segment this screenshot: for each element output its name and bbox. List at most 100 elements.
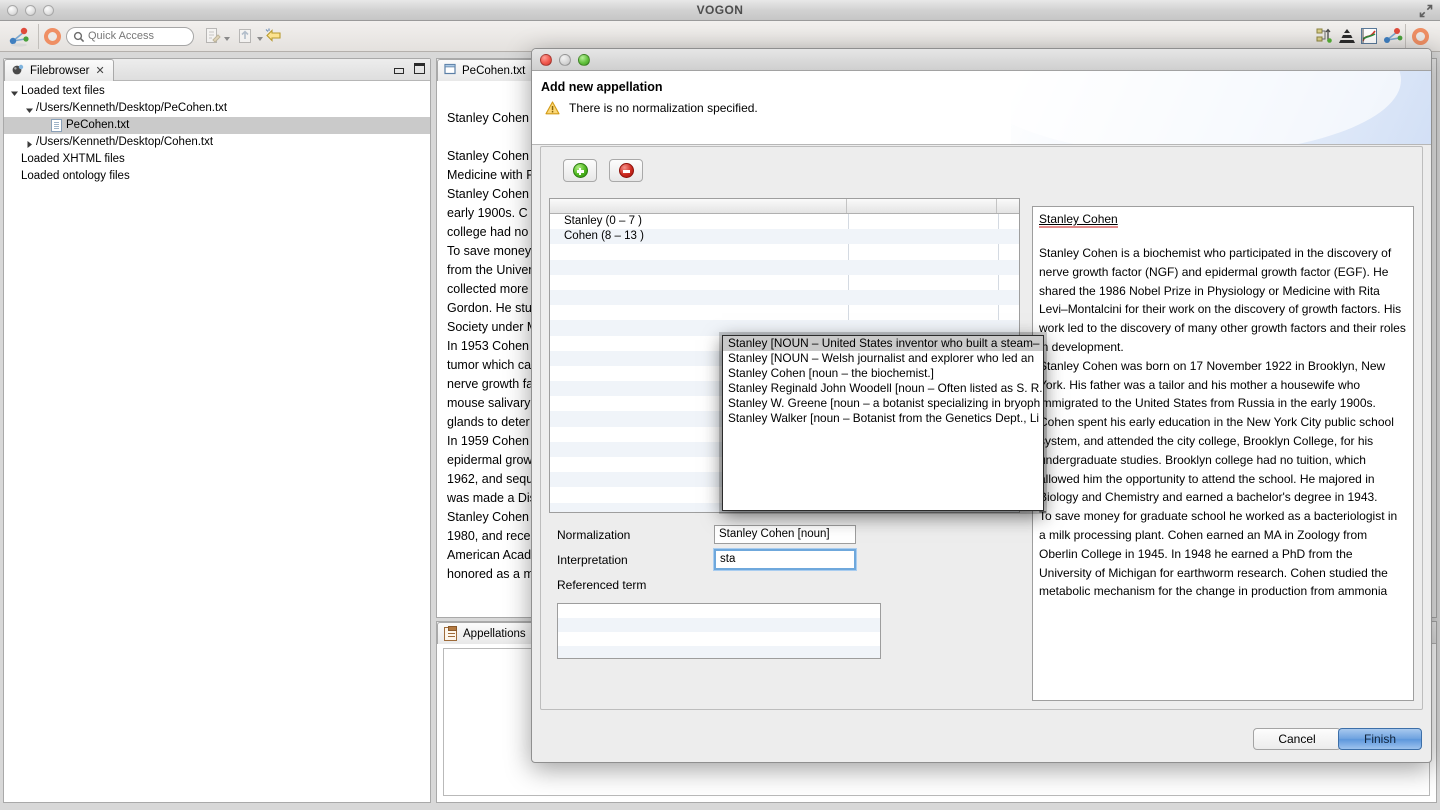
remove-icon	[618, 163, 634, 178]
dialog-titlebar	[532, 49, 1431, 71]
dialog-banner-graphic	[971, 71, 1431, 144]
application-window: VOGON Quick Access Filebrowser ✕ Loaded …	[0, 0, 1440, 810]
tab-filebrowser[interactable]: Filebrowser ✕	[4, 59, 114, 81]
tree-item-3[interactable]: /Users/Kenneth/Desktop/Cohen.txt	[4, 134, 430, 151]
dialog-zoom-button[interactable]	[578, 54, 590, 66]
new-wizard-icon[interactable]	[204, 27, 222, 48]
preview-spacer	[1039, 226, 1407, 244]
network-icon[interactable]	[8, 26, 30, 50]
back-arrow-icon[interactable]	[264, 27, 284, 48]
open-type-dropdown-caret[interactable]	[257, 37, 263, 41]
tab-filebrowser-label: Filebrowser	[30, 64, 90, 77]
pyramid-icon[interactable]	[1338, 27, 1356, 48]
normalization-input[interactable]: Stanley Cohen [noun]	[714, 525, 856, 544]
dialog-minimize-button[interactable]	[559, 54, 571, 66]
dialog-message-row: There is no normalization specified.	[545, 101, 758, 115]
table-row[interactable]	[550, 305, 1019, 320]
twisty-icon[interactable]	[10, 87, 19, 96]
add-appellation-button[interactable]	[563, 159, 597, 182]
tree-item-label: PeCohen.txt	[66, 119, 130, 131]
referenced-term-item[interactable]	[558, 618, 880, 632]
tree-item-1[interactable]: /Users/Kenneth/Desktop/PeCohen.txt	[4, 100, 430, 117]
autocomplete-item[interactable]: Stanley Cohen [noun – the biochemist.]	[723, 366, 1043, 381]
tab-pecohen-label: PeCohen.txt	[462, 64, 526, 77]
referenced-term-list[interactable]	[557, 603, 881, 659]
dialog-message: There is no normalization specified.	[569, 101, 758, 115]
tree-item-label: Loaded XHTML files	[21, 153, 125, 165]
table-header[interactable]	[550, 199, 1019, 214]
appellation-form: Normalization Stanley Cohen [noun] Inter…	[549, 522, 1024, 659]
tree-item-2[interactable]: PeCohen.txt	[4, 117, 430, 134]
table-column-header-1[interactable]	[550, 199, 848, 213]
tab-appellations[interactable]: Appellations	[437, 622, 535, 644]
open-type-icon[interactable]	[236, 27, 254, 48]
dialog-close-button[interactable]	[540, 54, 552, 66]
perspective-icon[interactable]	[44, 28, 61, 45]
table-row[interactable]: Stanley (0 – 7 )	[550, 214, 1019, 229]
remove-appellation-button[interactable]	[609, 159, 643, 182]
preview-paragraph: Stanley Cohen was born on 17 November 19…	[1039, 358, 1386, 411]
autocomplete-item[interactable]: Stanley Walker [noun – Botanist from the…	[723, 411, 1043, 426]
add-icon	[572, 163, 588, 178]
concept-preview-pane[interactable]: Stanley Cohen Stanley Cohen is a biochem…	[1032, 206, 1414, 701]
text-editor-icon	[444, 63, 456, 78]
autocomplete-item[interactable]: Stanley Reginald John Woodell [noun – Of…	[723, 381, 1043, 396]
add-appellation-dialog: Add new appellation There is no normaliz…	[531, 48, 1432, 763]
filebrowser-view: Filebrowser ✕ Loaded text files/Users/Ke…	[3, 58, 431, 803]
hierarchy-icon[interactable]	[1316, 27, 1334, 48]
text-file-icon	[51, 119, 62, 132]
tree-item-label: /Users/Kenneth/Desktop/PeCohen.txt	[36, 102, 228, 114]
referenced-term-item[interactable]	[558, 646, 880, 658]
warning-icon	[545, 101, 560, 115]
normalization-row: Normalization Stanley Cohen [noun]	[549, 522, 1024, 547]
dialog-traffic-lights[interactable]	[540, 54, 590, 66]
interpretation-input[interactable]: sta	[714, 549, 856, 570]
tree-item-0[interactable]: Loaded text files	[4, 83, 430, 100]
autocomplete-item[interactable]: Stanley [NOUN – United States inventor w…	[723, 336, 1043, 352]
referenced-term-item[interactable]	[558, 632, 880, 646]
tree-item-5[interactable]: Loaded ontology files	[4, 168, 430, 185]
twisty-icon[interactable]	[25, 138, 34, 148]
referenced-term-item[interactable]	[558, 604, 880, 618]
tab-pecohen[interactable]: PeCohen.txt	[437, 59, 535, 81]
table-column-header-3[interactable]	[997, 199, 1019, 213]
editor-selected-text: Stanley Cohen	[447, 111, 530, 125]
clipboard-icon	[444, 625, 457, 641]
quick-access-input[interactable]: Quick Access	[66, 27, 194, 46]
table-column-header-2[interactable]	[847, 199, 998, 213]
interpretation-row: Interpretation sta	[549, 547, 1024, 572]
filebrowser-view-buttons[interactable]	[394, 63, 425, 74]
referenced-term-row: Referenced term	[549, 572, 1024, 597]
normalization-label: Normalization	[557, 527, 631, 542]
table-row[interactable]	[550, 259, 1019, 275]
dialog-title: Add new appellation	[541, 80, 663, 94]
twisty-icon[interactable]	[10, 172, 19, 181]
close-icon[interactable]: ✕	[95, 64, 104, 77]
autocomplete-item[interactable]: Stanley [NOUN – Welsh journalist and exp…	[723, 351, 1043, 366]
twisty-icon[interactable]	[10, 155, 19, 164]
file-tree[interactable]: Loaded text files/Users/Kenneth/Desktop/…	[4, 83, 430, 185]
preview-paragraph: Cohen spent his early education in the N…	[1039, 415, 1394, 505]
twisty-icon[interactable]	[25, 104, 34, 113]
twisty-icon[interactable]	[40, 121, 49, 130]
interpretation-autocomplete-popup[interactable]: Stanley [NOUN – United States inventor w…	[722, 335, 1044, 511]
table-row[interactable]	[550, 275, 1019, 290]
finish-button[interactable]: Finish	[1338, 728, 1422, 750]
tree-item-label: Loaded text files	[21, 85, 105, 97]
table-row[interactable]	[550, 320, 1019, 336]
graph-icon[interactable]	[1360, 27, 1378, 48]
expand-icon[interactable]	[1418, 3, 1434, 19]
cancel-button[interactable]: Cancel	[1253, 728, 1341, 750]
minimize-icon[interactable]	[394, 68, 404, 74]
new-wizard-dropdown-caret[interactable]	[224, 37, 230, 41]
preview-title: Stanley Cohen	[1039, 212, 1118, 228]
autocomplete-item[interactable]: Stanley W. Greene [noun – a botanist spe…	[723, 396, 1043, 411]
table-row[interactable]	[550, 244, 1019, 259]
table-row[interactable]: Cohen (8 – 13 )	[550, 229, 1019, 245]
network-icon-right[interactable]	[1382, 27, 1404, 48]
table-row[interactable]	[550, 289, 1019, 306]
maximize-icon[interactable]	[414, 63, 425, 74]
tree-item-4[interactable]: Loaded XHTML files	[4, 151, 430, 168]
dialog-body: Stanley (0 – 7 ) Cohen (8 – 13 ) Normaliz…	[540, 146, 1423, 710]
perspective-circle-icon[interactable]	[1412, 28, 1429, 45]
